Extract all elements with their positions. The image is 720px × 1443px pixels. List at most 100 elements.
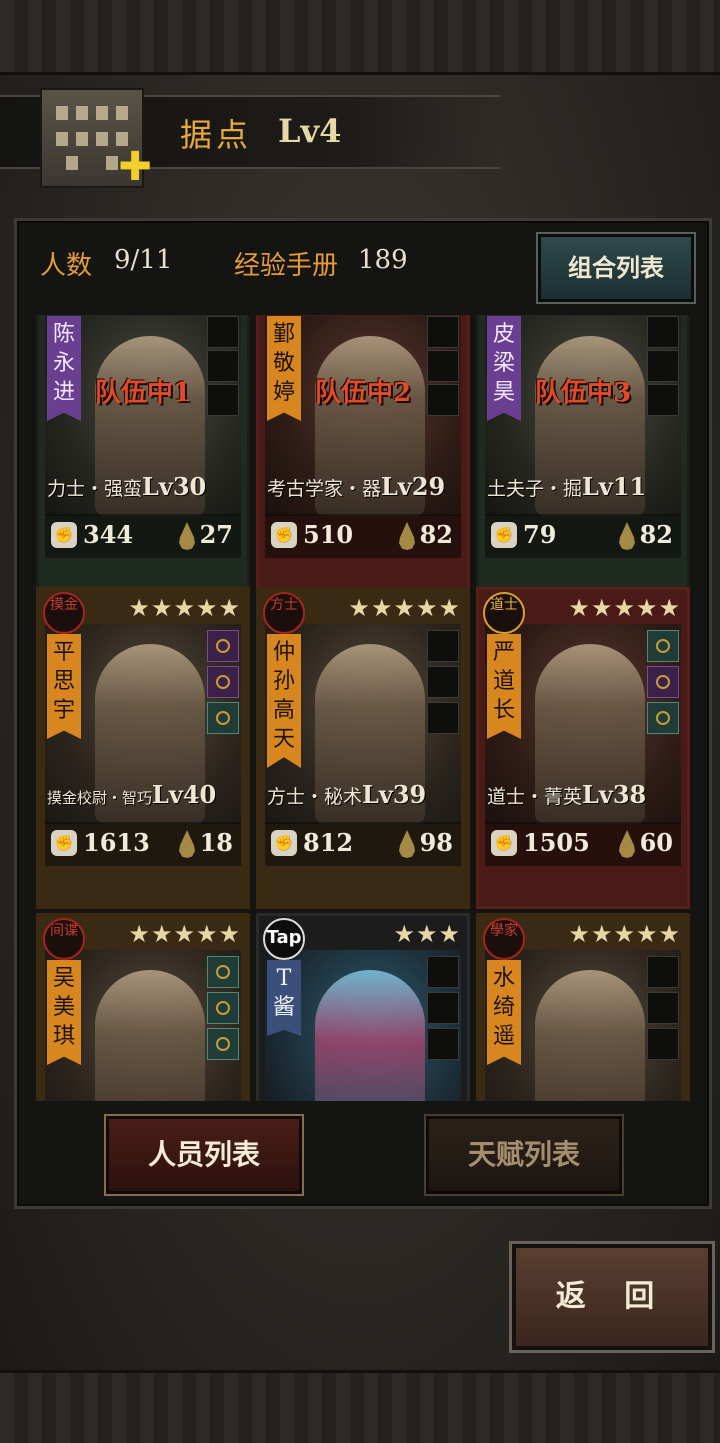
team-status: 队伍中2 xyxy=(314,378,412,408)
class-badge: 方士 xyxy=(263,592,305,634)
page-title: 据点 xyxy=(180,116,253,154)
equipment-slot[interactable] xyxy=(207,316,239,348)
character-name: 仲孙高天 xyxy=(267,634,301,768)
equipment-slot[interactable] xyxy=(647,630,679,662)
stamina-value: 82 xyxy=(419,520,453,549)
character-name: 水绮遥 xyxy=(487,960,521,1065)
stat-row: ✊ 510 82 xyxy=(265,514,461,558)
equipment-slot[interactable] xyxy=(427,630,459,662)
talent-list-tab[interactable]: 天赋列表 xyxy=(424,1114,624,1196)
members-value: 9/11 xyxy=(114,245,173,275)
character-name: 严道长 xyxy=(487,634,521,739)
stamina-drop-icon xyxy=(179,522,195,550)
class-badge: 摸金 xyxy=(43,592,85,634)
stat-row: ✊ 1613 18 xyxy=(45,822,241,866)
stat-row: ✊ 79 82 xyxy=(485,514,681,558)
stamina-value: 18 xyxy=(199,828,233,857)
fist-icon: ✊ xyxy=(271,522,297,548)
character-card[interactable]: 皮梁昊 队伍中3 土夫子・掘Lv11 ✊ 79 82 xyxy=(476,315,690,601)
character-card[interactable]: 鄞敬婷 队伍中2 考古学家・器Lv29 ✊ 510 82 xyxy=(256,315,470,601)
plus-icon[interactable]: ✚ xyxy=(118,147,152,187)
equipment-slot[interactable] xyxy=(207,992,239,1024)
equipment-slot[interactable] xyxy=(427,666,459,698)
equipment-slot[interactable] xyxy=(427,992,459,1024)
star-rating: ★★★★★ xyxy=(348,594,461,622)
stat-row: ✊ 1505 60 xyxy=(485,822,681,866)
equipment-slot[interactable] xyxy=(207,956,239,988)
fist-icon: ✊ xyxy=(51,522,77,548)
manual-value: 189 xyxy=(358,245,408,275)
equipment-slot[interactable] xyxy=(647,316,679,348)
fist-icon: ✊ xyxy=(491,830,517,856)
stamina-drop-icon xyxy=(399,522,415,550)
equipment-slot[interactable] xyxy=(207,1028,239,1060)
role-level: 考古学家・器Lv29 xyxy=(267,472,446,501)
combo-list-button[interactable]: 组合列表 xyxy=(536,232,696,304)
character-card[interactable]: 间谍 ★★★★★ 吴美琪 xyxy=(36,913,250,1101)
star-rating: ★★★★★ xyxy=(128,594,241,622)
character-card[interactable]: 陈永进 队伍中1 力士・强蛮Lv30 ✊ 344 27 xyxy=(36,315,250,601)
manual-label: 经验手册 xyxy=(234,251,339,281)
character-name: T酱 xyxy=(267,960,301,1036)
bottom-border xyxy=(0,1370,720,1443)
power-value: 1505 xyxy=(523,828,590,857)
star-rating: ★★★★★ xyxy=(568,920,681,948)
role-level: 方士・秘术Lv39 xyxy=(267,780,427,809)
stamina-drop-icon xyxy=(619,830,635,858)
stamina-value: 82 xyxy=(639,520,673,549)
equipment-slot[interactable] xyxy=(647,1028,679,1060)
star-rating: ★★★★★ xyxy=(568,594,681,622)
equipment-slot[interactable] xyxy=(427,316,459,348)
fist-icon: ✊ xyxy=(491,522,517,548)
class-badge: 间谍 xyxy=(43,918,85,960)
character-name: 平思宇 xyxy=(47,634,81,739)
equipment-slot[interactable] xyxy=(427,1028,459,1060)
stamina-value: 98 xyxy=(419,828,453,857)
power-value: 344 xyxy=(83,520,134,549)
stamina-value: 60 xyxy=(639,828,673,857)
fist-icon: ✊ xyxy=(51,830,77,856)
equipment-slot[interactable] xyxy=(207,702,239,734)
role-level: 道士・菁英Lv38 xyxy=(487,780,647,809)
stamina-drop-icon xyxy=(179,830,195,858)
stamina-drop-icon xyxy=(619,522,635,550)
character-card[interactable]: Tap ★★★ T酱 xyxy=(256,913,470,1101)
members-label: 人数 xyxy=(40,251,93,281)
equipment-slot[interactable] xyxy=(207,630,239,662)
class-badge: 道士 xyxy=(483,592,525,634)
character-card[interactable]: 學家 ★★★★★ 水绮遥 xyxy=(476,913,690,1101)
back-button[interactable]: 返 回 xyxy=(509,1241,715,1353)
power-value: 1613 xyxy=(83,828,150,857)
character-name: 吴美琪 xyxy=(47,960,81,1065)
stat-row: ✊ 812 98 xyxy=(265,822,461,866)
stamina-value: 27 xyxy=(199,520,233,549)
character-card[interactable]: 方士 ★★★★★ 仲孙高天 方士・秘术Lv39 ✊ 812 98 xyxy=(256,587,470,909)
stat-row: ✊ 344 27 xyxy=(45,514,241,558)
staff-list-tab[interactable]: 人员列表 xyxy=(104,1114,304,1196)
role-level: 土夫子・掘Lv11 xyxy=(487,472,647,501)
team-status: 队伍中3 xyxy=(534,378,632,408)
role-level: 力士・强蛮Lv30 xyxy=(47,472,207,501)
fist-icon: ✊ xyxy=(271,830,297,856)
character-card[interactable]: 摸金 ★★★★★ 平思宇 摸金校尉・智巧Lv40 ✊ 1613 18 xyxy=(36,587,250,909)
equipment-slot[interactable] xyxy=(647,992,679,1024)
equipment-slot[interactable] xyxy=(647,702,679,734)
base-level: Lv4 xyxy=(278,112,342,150)
character-card[interactable]: 道士 ★★★★★ 严道长 道士・菁英Lv38 ✊ 1505 60 xyxy=(476,587,690,909)
star-rating: ★★★ xyxy=(393,920,461,948)
class-badge: Tap xyxy=(263,918,305,960)
star-rating: ★★★★★ xyxy=(128,920,241,948)
class-badge: 學家 xyxy=(483,918,525,960)
equipment-slot[interactable] xyxy=(647,956,679,988)
power-value: 79 xyxy=(523,520,557,549)
top-border xyxy=(0,0,720,75)
power-value: 510 xyxy=(303,520,354,549)
stamina-drop-icon xyxy=(399,830,415,858)
power-value: 812 xyxy=(303,828,354,857)
character-grid: 陈永进 队伍中1 力士・强蛮Lv30 ✊ 344 27 鄞敬婷 队伍中2 考古学… xyxy=(30,315,690,1101)
equipment-slot[interactable] xyxy=(427,702,459,734)
equipment-slot[interactable] xyxy=(647,666,679,698)
role-level: 摸金校尉・智巧Lv40 xyxy=(47,780,217,809)
equipment-slot[interactable] xyxy=(427,956,459,988)
equipment-slot[interactable] xyxy=(207,666,239,698)
